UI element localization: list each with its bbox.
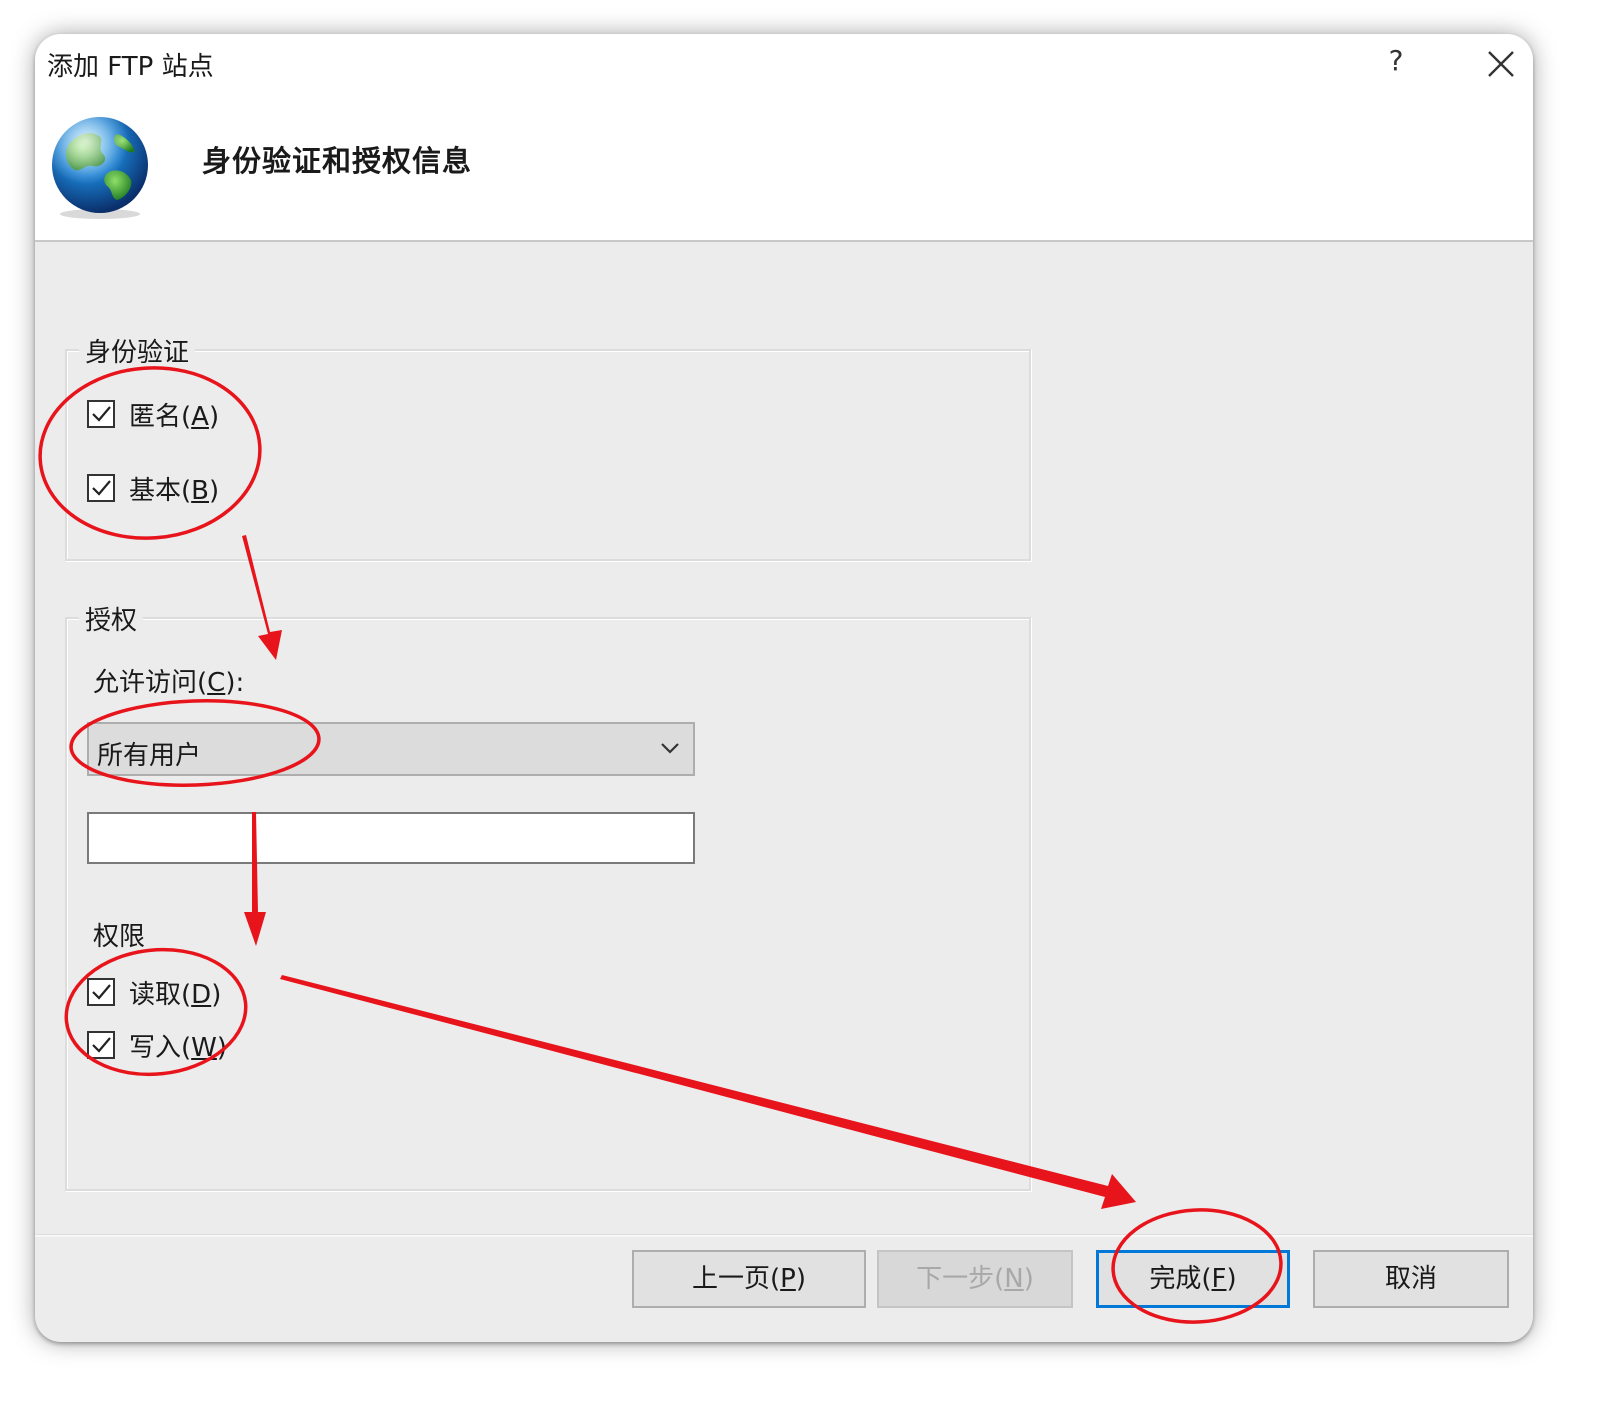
write-checkbox[interactable] <box>87 1031 115 1059</box>
add-ftp-site-dialog: 添加 FTP 站点 ? 身份验证和授权信息 身份验证 匿名(A) 基本(B) 授… <box>35 34 1533 1342</box>
read-label: 读取(D) <box>129 979 222 1010</box>
anonymous-checkbox-row[interactable]: 匿名(A) <box>87 396 219 432</box>
allow-access-select[interactable]: 所有用户 <box>87 722 695 776</box>
finish-button[interactable]: 完成(F) <box>1096 1250 1290 1308</box>
allow-access-value: 所有用户 <box>97 741 202 771</box>
read-checkbox[interactable] <box>87 978 115 1006</box>
close-icon <box>1488 51 1514 77</box>
authentication-groupbox <box>65 349 1031 561</box>
allow-access-label: 允许访问(C): <box>93 668 245 698</box>
next-button[interactable]: 下一步(N) <box>877 1250 1073 1308</box>
anonymous-checkbox[interactable] <box>87 400 115 428</box>
checkmark-icon <box>92 406 111 422</box>
window-title: 添加 FTP 站点 <box>47 52 214 82</box>
cancel-button[interactable]: 取消 <box>1313 1250 1509 1308</box>
permissions-label: 权限 <box>93 922 146 952</box>
dialog-header: 添加 FTP 站点 ? 身份验证和授权信息 <box>35 34 1533 242</box>
checkmark-icon <box>92 984 111 1000</box>
close-button[interactable] <box>1483 46 1519 82</box>
help-button[interactable]: ? <box>1381 44 1411 84</box>
user-names-input[interactable] <box>87 812 695 864</box>
previous-button[interactable]: 上一页(P) <box>632 1250 866 1308</box>
basic-checkbox[interactable] <box>87 474 115 502</box>
write-label: 写入(W) <box>129 1032 228 1063</box>
authorization-groupbox <box>65 617 1031 1191</box>
page-heading: 身份验证和授权信息 <box>202 144 473 178</box>
anonymous-label: 匿名(A) <box>129 401 220 432</box>
authorization-group-title: 授权 <box>79 600 144 637</box>
footer-separator <box>35 1234 1533 1237</box>
basic-checkbox-row[interactable]: 基本(B) <box>87 470 219 506</box>
read-checkbox-row[interactable]: 读取(D) <box>87 974 221 1010</box>
authentication-group-title: 身份验证 <box>79 332 196 369</box>
checkmark-icon <box>92 1037 111 1053</box>
chevron-down-icon <box>661 743 679 754</box>
globe-icon <box>52 117 148 219</box>
checkmark-icon <box>92 480 111 496</box>
write-checkbox-row[interactable]: 写入(W) <box>87 1027 227 1063</box>
basic-label: 基本(B) <box>129 475 220 506</box>
